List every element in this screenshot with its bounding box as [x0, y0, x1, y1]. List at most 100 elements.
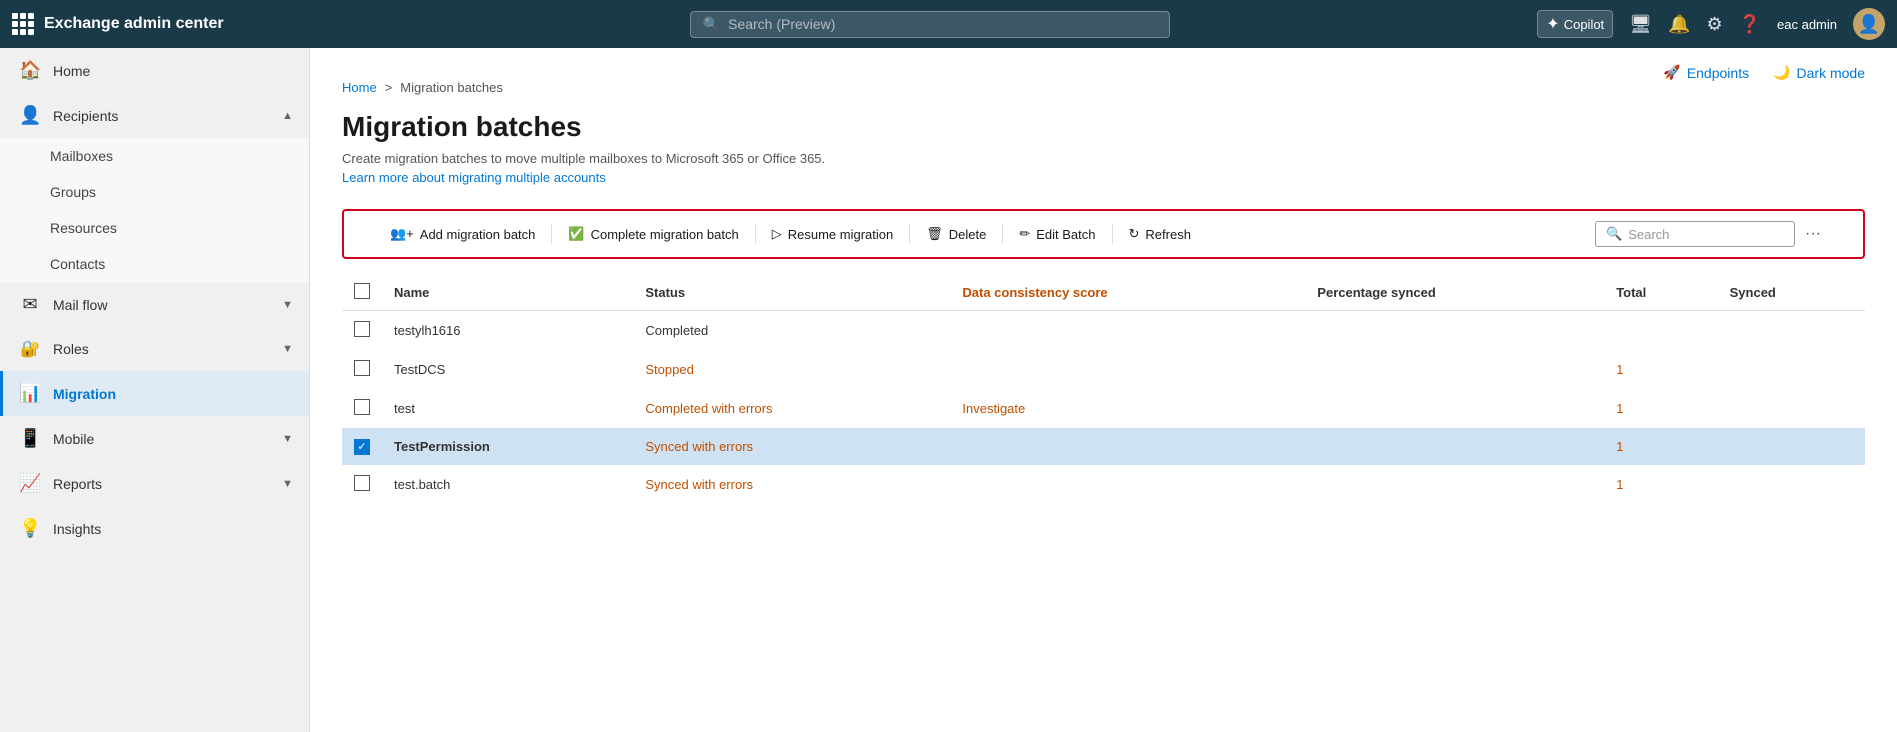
sidebar-item-migration[interactable]: 📊 Migration [0, 371, 309, 416]
waffle-icon[interactable] [12, 13, 34, 35]
table-row[interactable]: test.batchSynced with errors1 [342, 465, 1865, 504]
row-checkbox[interactable]: ✓ [354, 439, 370, 455]
more-options-icon[interactable]: ··· [1795, 219, 1831, 249]
row-checkbox[interactable] [354, 475, 370, 491]
mail-flow-icon: ✉ [19, 294, 41, 315]
row-data-score[interactable]: Investigate [950, 389, 1305, 428]
sidebar-item-label: Recipients [53, 108, 270, 124]
complete-icon: ✅ [568, 226, 584, 242]
sidebar-item-mobile[interactable]: 📱 Mobile ▼ [0, 416, 309, 461]
row-total [1604, 311, 1717, 351]
table-row[interactable]: TestDCSStopped1 [342, 350, 1865, 389]
sidebar-item-label: Mail flow [53, 297, 270, 313]
topbar-search-input[interactable] [728, 16, 1157, 32]
delete-label: Delete [949, 227, 987, 242]
sidebar-item-mail-flow[interactable]: ✉ Mail flow ▼ [0, 282, 309, 327]
delete-icon: 🗑 [926, 226, 943, 242]
refresh-button[interactable]: ↻ Refresh [1115, 220, 1205, 248]
sidebar-item-label: Roles [53, 341, 270, 357]
sidebar-item-home[interactable]: 🏠 Home [0, 48, 309, 93]
table-row[interactable]: ✓ TestPermissionSynced with errors 1 [342, 428, 1865, 465]
chevron-up-icon: ▲ [282, 110, 293, 122]
col-total: Total [1604, 275, 1717, 311]
avatar[interactable]: 👤 [1853, 8, 1885, 40]
topbar-left: Exchange admin center [12, 13, 322, 35]
complete-label: Complete migration batch [591, 227, 739, 242]
copilot-icon: ✦ [1546, 14, 1559, 34]
sidebar-item-reports[interactable]: 📈 Reports ▼ [0, 461, 309, 506]
row-pct-synced [1305, 465, 1604, 504]
row-name: TestPermission [382, 428, 633, 465]
sidebar-item-groups[interactable]: Groups [0, 174, 309, 210]
migration-icon: 📊 [19, 383, 41, 404]
row-total: 1 [1604, 428, 1717, 465]
toolbar-divider [755, 224, 756, 244]
col-data-score: Data consistency score [950, 275, 1305, 311]
topbar-search-area: 🔍 [322, 11, 1537, 38]
copilot-button[interactable]: ✦ Copilot [1537, 10, 1613, 38]
row-checkbox[interactable] [354, 399, 370, 415]
sidebar-item-label: Reports [53, 476, 270, 492]
add-migration-batch-button[interactable]: 👥+ Add migration batch [376, 220, 549, 248]
topbar: Exchange admin center 🔍 ✦ Copilot 🖥 🔔 ⚙ … [0, 0, 1897, 48]
learn-more-link[interactable]: Learn more about migrating multiple acco… [310, 168, 1897, 201]
endpoints-button[interactable]: 🚀 Endpoints [1663, 64, 1749, 81]
topbar-search-box[interactable]: 🔍 [690, 11, 1170, 38]
toolbar-search-box[interactable]: 🔍 Search [1595, 221, 1795, 247]
col-status: Status [633, 275, 950, 311]
main-layout: 🏠 Home 👤 Recipients ▲ Mailboxes Groups R… [0, 48, 1897, 732]
toolbar-divider [1002, 224, 1003, 244]
user-label: eac admin [1777, 17, 1837, 32]
bell-icon[interactable]: 🔔 [1668, 14, 1690, 35]
settings-icon[interactable]: ⚙ [1706, 14, 1722, 35]
row-name: test [382, 389, 633, 428]
reports-icon: 📈 [19, 473, 41, 494]
insights-icon: 💡 [19, 518, 41, 539]
search-placeholder: Search [1628, 227, 1669, 242]
row-total: 1 [1604, 350, 1717, 389]
app-title: Exchange admin center [44, 15, 224, 33]
sidebar-item-roles[interactable]: 🔐 Roles ▼ [0, 327, 309, 371]
row-data-score [950, 350, 1305, 389]
col-pct-synced: Percentage synced [1305, 275, 1604, 311]
chevron-down-icon: ▼ [282, 299, 293, 311]
sidebar-item-mailboxes[interactable]: Mailboxes [0, 138, 309, 174]
resume-icon: ▷ [772, 226, 782, 242]
select-all-checkbox[interactable] [354, 283, 370, 299]
table-row[interactable]: testCompleted with errorsInvestigate1 [342, 389, 1865, 428]
row-checkbox[interactable] [354, 360, 370, 376]
row-checkbox[interactable] [354, 321, 370, 337]
chevron-down-icon: ▼ [282, 343, 293, 355]
sidebar-item-recipients[interactable]: 👤 Recipients ▲ [0, 93, 309, 138]
breadcrumb-home[interactable]: Home [342, 80, 377, 95]
row-synced [1718, 389, 1865, 428]
dark-mode-button[interactable]: 🌙 Dark mode [1773, 64, 1865, 81]
sidebar-item-insights[interactable]: 💡 Insights [0, 506, 309, 551]
row-status: Synced with errors [633, 428, 950, 465]
sidebar-item-resources[interactable]: Resources [0, 210, 309, 246]
sidebar-item-label: Migration [53, 386, 293, 402]
edit-batch-button[interactable]: ✏ Edit Batch [1005, 220, 1109, 248]
search-icon: 🔍 [1606, 226, 1622, 242]
row-total: 1 [1604, 465, 1717, 504]
help-icon[interactable]: ❓ [1739, 14, 1761, 35]
recipients-submenu: Mailboxes Groups Resources Contacts [0, 138, 309, 282]
complete-migration-button[interactable]: ✅ Complete migration batch [554, 220, 752, 248]
row-pct-synced [1305, 389, 1604, 428]
delete-button[interactable]: 🗑 Delete [912, 220, 1000, 248]
chevron-down-icon: ▼ [282, 433, 293, 445]
migration-table: Name Status Data consistency score Perce… [342, 275, 1865, 504]
toolbar-divider [909, 224, 910, 244]
monitor-icon[interactable]: 🖥 [1629, 14, 1652, 35]
edit-label: Edit Batch [1036, 227, 1095, 242]
chevron-down-icon: ▼ [282, 478, 293, 490]
sidebar-item-contacts[interactable]: Contacts [0, 246, 309, 282]
toolbar-divider [1112, 224, 1113, 244]
resume-migration-button[interactable]: ▷ Resume migration [758, 220, 908, 248]
content-area: Home > Migration batches 🚀 Endpoints 🌙 D… [310, 48, 1897, 732]
sidebar-item-label: Home [53, 63, 293, 79]
endpoints-label: Endpoints [1687, 65, 1749, 81]
row-status: Stopped [633, 350, 950, 389]
sidebar-item-label: Insights [53, 521, 293, 537]
table-row[interactable]: testylh1616Completed [342, 311, 1865, 351]
